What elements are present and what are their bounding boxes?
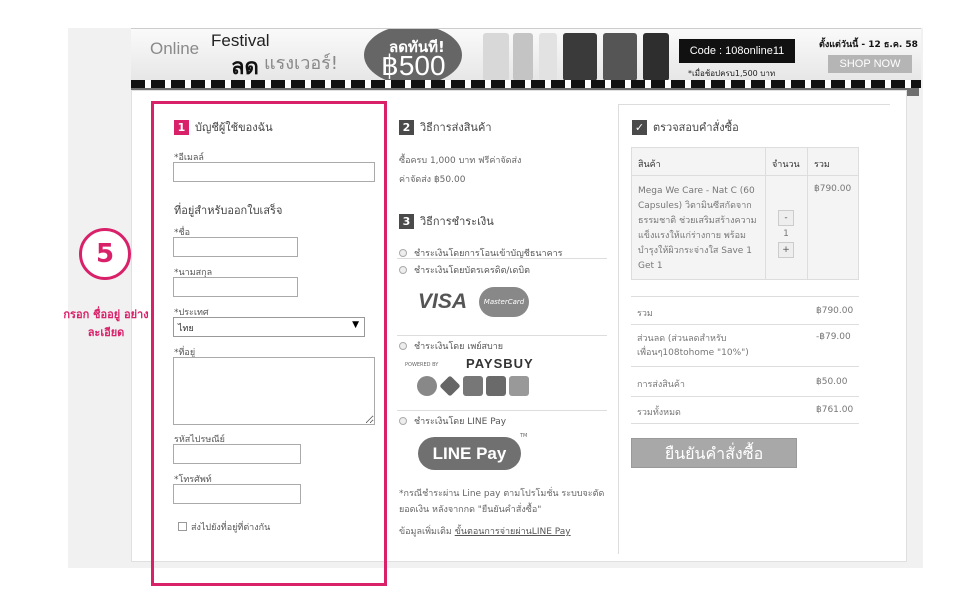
- step-5-instruction: กรอก ชื่ออยู่ อย่างละเอียด: [63, 308, 149, 339]
- ktb-bank-icon: [486, 376, 506, 396]
- banner-online: Online: [150, 39, 200, 58]
- shipping-title: วิธีการส่งสินค้า: [420, 121, 492, 134]
- radio-icon: [399, 342, 407, 350]
- order-table-header: สินค้า จำนวน รวม: [632, 148, 858, 176]
- review-header: ✓ ตรวจสอบคำสั่งซื้อ: [632, 118, 739, 136]
- checkmark-icon: ✓: [632, 119, 647, 135]
- product-name: Mega We Care - Nat C (60 Capsules) วิตาม…: [632, 176, 766, 279]
- increase-qty-button[interactable]: +: [778, 242, 794, 258]
- qty-value: 1: [783, 229, 789, 239]
- step-number-2: 2: [399, 119, 414, 135]
- product-image: [539, 33, 557, 81]
- product-image: [603, 33, 637, 81]
- highlight-box: [151, 101, 387, 586]
- product-total: ฿790.00: [814, 184, 852, 194]
- promo-banner[interactable]: Online Festival ลด แรงเวอร์! ลดทันที! ฿5…: [131, 28, 921, 82]
- col-qty: จำนวน: [766, 148, 808, 175]
- grand-total-row: รวมทั้งหมด ฿761.00: [631, 396, 859, 424]
- promo-condition: *เมื่อช้อปครบ1,500 บาท: [688, 69, 776, 78]
- subtotal-value: ฿790.00: [816, 306, 854, 316]
- powered-by-text: POWERED BY: [405, 362, 439, 368]
- payment-linepay-label: ชำระเงินโดย LINE Pay: [414, 417, 507, 427]
- decrease-qty-button[interactable]: -: [778, 210, 794, 226]
- product-image: [643, 33, 669, 81]
- linepay-note: *กรณีชำระผ่าน Line pay ตามโปรโมชั่น ระบบ…: [399, 489, 605, 515]
- checkout-page: { "banner": { "online": "Online", "festi…: [0, 0, 970, 600]
- visa-logo: VISA: [418, 290, 468, 313]
- banner-festival: Festival: [211, 31, 270, 50]
- shipping-row: การส่งสินค้า ฿50.00: [631, 366, 859, 396]
- more-info: ข้อมูลเพิ่มเติม ขั้นตอนการจ่ายผ่านLINE P…: [399, 524, 571, 540]
- linepay-steps-link[interactable]: ขั้นตอนการจ่ายผ่านLINE Pay: [455, 527, 571, 537]
- paysbuy-logo: PAYSBUY: [466, 356, 534, 371]
- subtotal-label: รวม: [637, 309, 653, 319]
- radio-icon: [399, 266, 407, 274]
- radio-icon: [399, 249, 407, 257]
- divider: [397, 410, 607, 411]
- step-5-badge: 5: [79, 228, 131, 280]
- discount-row: ส่วนลด (ส่วนลดสำหรับเพื่อนๆ108tohome "10…: [631, 324, 859, 366]
- order-table: สินค้า จำนวน รวม Mega We Care - Nat C (6…: [631, 147, 859, 280]
- payment-card-option[interactable]: ชำระเงินโดยบัตรเครดิต/เดบิต: [399, 263, 530, 277]
- column-divider: [618, 104, 619, 554]
- shipping-header: 2 วิธีการส่งสินค้า: [399, 118, 492, 136]
- divider: [397, 335, 607, 336]
- more-info-prefix: ข้อมูลเพิ่มเติม: [399, 527, 452, 537]
- grand-total-label: รวมทั้งหมด: [637, 408, 681, 418]
- banner-lod: ลด: [231, 55, 259, 80]
- col-total: รวม: [814, 160, 830, 170]
- payment-paysbuy-label: ชำระเงินโดย เพย์สบาย: [414, 342, 504, 352]
- qty-cell: - 1 +: [766, 176, 808, 279]
- trademark-text: TM: [520, 433, 528, 439]
- payment-paysbuy-option[interactable]: ชำระเงินโดย เพย์สบาย: [399, 339, 503, 353]
- shipping-fee-text: ค่าจัดส่ง ฿50.00: [399, 175, 466, 185]
- bank-icon: [463, 376, 483, 396]
- bank-icon: [509, 376, 529, 396]
- confirm-order-button[interactable]: ยืนยันคำสั่งซื้อ: [631, 438, 797, 468]
- shipping-cost-value: ฿50.00: [816, 377, 848, 387]
- payment-header: 3 วิธีการชำระเงิน: [399, 212, 494, 230]
- shipping-free-text: ซื้อครบ 1,000 บาท ฟรีค่าจัดส่ง: [399, 156, 522, 166]
- subtotal-row: รวม ฿790.00: [631, 296, 859, 324]
- divider: [397, 258, 607, 259]
- grand-total-value: ฿761.00: [816, 405, 854, 415]
- review-title: ตรวจสอบคำสั่งซื้อ: [653, 121, 739, 134]
- shipping-cost-label: การส่งสินค้า: [637, 380, 685, 390]
- product-image: [483, 33, 509, 81]
- shop-now-button[interactable]: SHOP NOW: [828, 55, 912, 73]
- divider: [618, 104, 890, 105]
- table-row: Mega We Care - Nat C (60 Capsules) วิตาม…: [632, 176, 858, 279]
- payment-linepay-option[interactable]: ชำระเงินโดย LINE Pay: [399, 414, 506, 428]
- product-image: [513, 33, 533, 81]
- discount-value: -฿79.00: [816, 332, 851, 342]
- payment-title: วิธีการชำระเงิน: [420, 215, 494, 228]
- product-image: [563, 33, 597, 81]
- discount-label: ส่วนลด (ส่วนลดสำหรับเพื่อนๆ108tohome "10…: [637, 334, 749, 358]
- mastercard-logo: MasterCard: [479, 287, 529, 317]
- promo-date: ตั้งแต่วันนี้ - 12 ธ.ค. 58: [819, 40, 918, 50]
- radio-icon: [399, 417, 407, 425]
- step-number-3: 3: [399, 213, 414, 229]
- banner-power: แรงเวอร์!: [264, 53, 339, 74]
- discount-amount: ฿500: [381, 50, 446, 81]
- linepay-logo: LINE Pay: [418, 437, 521, 470]
- bank-icon: [417, 376, 437, 396]
- promo-code: Code : 108online11: [679, 39, 795, 63]
- col-product: สินค้า: [632, 148, 766, 175]
- banner-divider: [131, 80, 921, 88]
- payment-card-label: ชำระเงินโดยบัตรเครดิต/เดบิต: [414, 266, 530, 276]
